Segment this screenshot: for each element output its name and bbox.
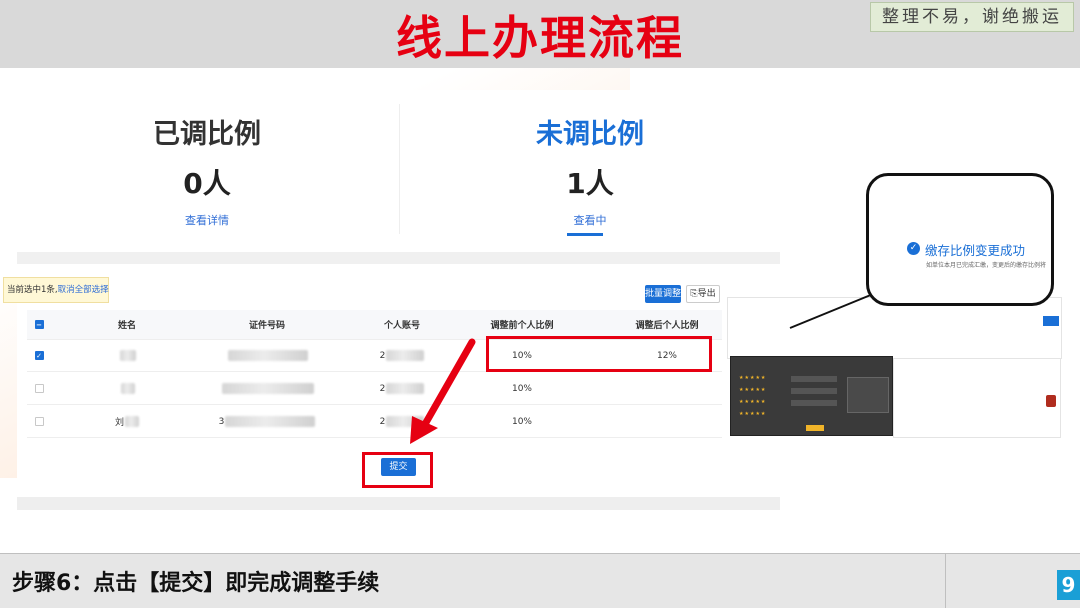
dark-textarea bbox=[847, 377, 889, 413]
id-cell: 3 bbox=[197, 406, 337, 437]
name-cell bbox=[87, 373, 167, 404]
name-cell: 刘 bbox=[87, 406, 167, 437]
export-button[interactable]: ⎘导出 bbox=[686, 285, 720, 303]
table-row[interactable]: 2 10% bbox=[27, 373, 722, 405]
name-cell bbox=[87, 340, 167, 371]
callout-pointer bbox=[789, 291, 879, 329]
stat-not-adjusted[interactable]: 未调比例 1人 查看中 bbox=[400, 90, 780, 255]
clear-selection-link[interactable]: 取消全部选择 bbox=[58, 285, 109, 295]
header-id-number: 证件号码 bbox=[248, 321, 285, 331]
footer-divider bbox=[945, 553, 946, 608]
row-checkbox[interactable]: ✓ bbox=[34, 351, 44, 360]
row-checkbox[interactable] bbox=[34, 417, 44, 426]
select-all-checkbox-cell[interactable]: − bbox=[27, 310, 51, 339]
step-instruction: 步骤6：点击【提交】即完成调整手续 bbox=[12, 571, 380, 596]
ratio-after-cell[interactable] bbox=[617, 406, 717, 437]
row-checkbox-cell[interactable] bbox=[27, 406, 51, 437]
ratio-after-cell[interactable] bbox=[617, 373, 717, 404]
dark-field bbox=[791, 388, 837, 394]
batch-adjust-button[interactable]: 批量调整 bbox=[645, 285, 681, 303]
header-ratio-before: 调整前个人比例 bbox=[490, 321, 554, 331]
mini-button bbox=[1043, 316, 1059, 326]
star-row: ★★★★★ bbox=[739, 411, 767, 417]
view-details-link[interactable]: 查看详情 bbox=[17, 212, 397, 228]
star-row: ★★★★★ bbox=[739, 375, 767, 381]
success-callout: ✓ 缴存比例变更成功 如单位本月已完成汇缴，变更后的缴存比例将 bbox=[866, 173, 1054, 306]
watermark-note: 整理不易，谢绝搬运 bbox=[870, 2, 1074, 32]
stat-adjusted-title: 已调比例 bbox=[153, 119, 261, 150]
row-checkbox-cell[interactable]: ✓ bbox=[27, 340, 51, 371]
selection-tip: 当前选中1条,取消全部选择 bbox=[3, 277, 109, 303]
star-row: ★★★★★ bbox=[739, 387, 767, 393]
star-row: ★★★★★ bbox=[739, 399, 767, 405]
callout-title: 缴存比例变更成功 bbox=[925, 243, 1026, 258]
row-checkbox[interactable] bbox=[34, 384, 44, 393]
dark-field bbox=[791, 400, 837, 406]
header-account: 个人账号 bbox=[383, 321, 420, 331]
highlight-submit-box bbox=[362, 452, 433, 488]
viewing-link[interactable]: 查看中 bbox=[400, 212, 780, 228]
stat-adjusted-count: 0人 bbox=[183, 167, 231, 200]
side-page-thumbnail bbox=[893, 358, 1061, 438]
header-name: 姓名 bbox=[117, 321, 136, 331]
bottom-strip bbox=[17, 497, 780, 510]
callout-subtitle: 如单位本月已完成汇缴，变更后的缴存比例将 bbox=[926, 262, 1047, 269]
active-tab-underline bbox=[567, 233, 603, 236]
export-label: 导出 bbox=[697, 289, 716, 299]
redacted-id bbox=[227, 350, 308, 361]
header-ratio-after: 调整后个人比例 bbox=[635, 321, 699, 331]
row-checkbox-cell[interactable] bbox=[27, 373, 51, 404]
export-icon: ⎘ bbox=[690, 289, 698, 299]
selection-count-text: 当前选中1条, bbox=[7, 285, 58, 295]
redacted-name bbox=[120, 383, 135, 394]
redacted-id bbox=[221, 383, 314, 394]
id-cell bbox=[197, 340, 337, 371]
stats-panel: 已调比例 0人 查看详情 未调比例 1人 查看中 bbox=[17, 90, 780, 255]
badge-icon bbox=[1046, 395, 1056, 407]
dark-field bbox=[791, 376, 837, 382]
page-number: 9 bbox=[1057, 570, 1080, 600]
rating-dialog-thumbnail: ★★★★★ ★★★★★ ★★★★★ ★★★★★ bbox=[730, 356, 893, 436]
stat-not-adjusted-title: 未调比例 bbox=[536, 119, 644, 150]
check-icon: ✓ bbox=[907, 242, 920, 255]
section-divider bbox=[17, 252, 780, 264]
stat-not-adjusted-count: 1人 bbox=[566, 167, 614, 200]
success-page-thumbnail bbox=[727, 297, 1062, 359]
redacted-name bbox=[125, 416, 139, 427]
stat-adjusted[interactable]: 已调比例 0人 查看详情 bbox=[17, 90, 397, 255]
table-row[interactable]: 刘 3 2 10% bbox=[27, 406, 722, 438]
redacted-id bbox=[225, 416, 316, 427]
select-all-checkbox[interactable]: − bbox=[34, 320, 44, 329]
highlight-ratio-box bbox=[486, 336, 712, 372]
redacted-name bbox=[119, 350, 136, 361]
red-arrow-icon bbox=[410, 338, 476, 444]
id-cell bbox=[197, 373, 337, 404]
dark-button bbox=[806, 425, 824, 431]
